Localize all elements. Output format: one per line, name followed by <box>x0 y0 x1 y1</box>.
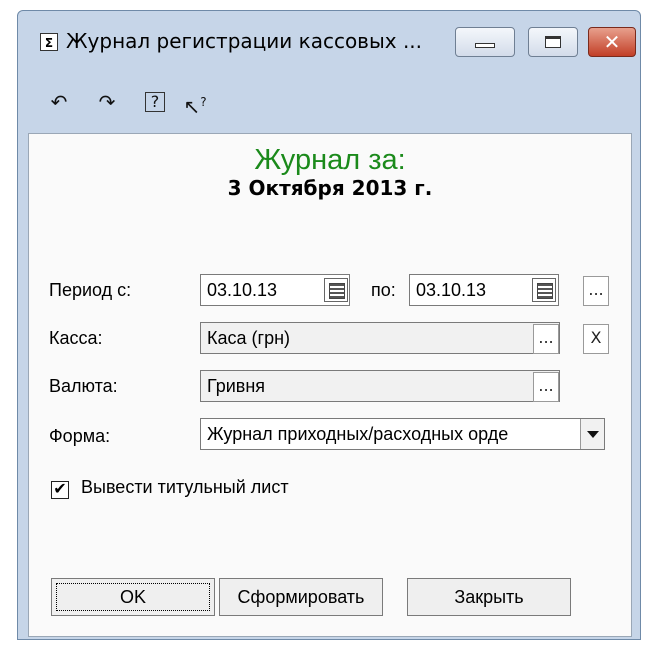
calendar-to-icon[interactable] <box>532 278 556 302</box>
cash-label: Касса: <box>49 328 103 348</box>
to-label: по: <box>371 280 396 300</box>
close-button[interactable]: Закрыть <box>407 578 571 616</box>
maximize-button[interactable] <box>528 27 578 57</box>
close-icon: ✕ <box>603 30 621 54</box>
sigma-icon: Σ <box>40 33 58 51</box>
currency-label: Валюта: <box>49 376 118 396</box>
period-label: Период с: <box>49 280 132 300</box>
form-label: Форма: <box>49 426 111 446</box>
journal-date: 3 Октября 2013 г. <box>227 176 433 200</box>
undo-icon[interactable]: ↶ <box>44 87 74 117</box>
form-select[interactable]: Журнал приходных/расходных орде <box>200 418 605 450</box>
help-icon[interactable]: ? <box>140 87 170 117</box>
currency-field[interactable]: Гривня <box>200 370 560 402</box>
period-select-button[interactable]: ... <box>583 276 609 306</box>
journal-title: Журнал за: <box>254 144 406 176</box>
ok-button[interactable]: OK <box>51 578 215 616</box>
redo-icon[interactable]: ↷ <box>92 87 122 117</box>
cash-clear-button[interactable]: X <box>583 324 609 354</box>
dialog-window: Σ Журнал регистрации кассовых ... ✕ ↶ ↷ … <box>17 10 641 640</box>
focus-rect <box>56 583 210 611</box>
window-title: Журнал регистрации кассовых ... <box>66 29 423 53</box>
calendar-from-icon[interactable] <box>324 278 348 302</box>
toolbar: ↶ ↷ ? ↖? <box>28 75 632 129</box>
title-page-checkbox[interactable]: ✔ <box>51 481 69 499</box>
maximize-icon <box>545 36 561 48</box>
generate-button[interactable]: Сформировать <box>219 578 383 616</box>
form-select-value: Журнал приходных/расходных орде <box>207 424 509 444</box>
title-page-label: Вывести титульный лист <box>81 477 289 497</box>
close-window-button[interactable]: ✕ <box>588 27 636 57</box>
cash-select-button[interactable]: ... <box>533 324 559 354</box>
whats-this-icon[interactable]: ↖? <box>180 87 210 119</box>
minimize-button[interactable] <box>455 27 515 57</box>
title-bar[interactable]: Σ Журнал регистрации кассовых ... ✕ <box>18 11 640 73</box>
dialog-content: Журнал за: 3 Октября 2013 г. Период с: 0… <box>28 133 632 637</box>
currency-select-button[interactable]: ... <box>533 372 559 402</box>
cash-field[interactable]: Каса (грн) <box>200 322 560 354</box>
minimize-icon <box>475 43 495 48</box>
chevron-down-icon[interactable] <box>580 419 604 449</box>
